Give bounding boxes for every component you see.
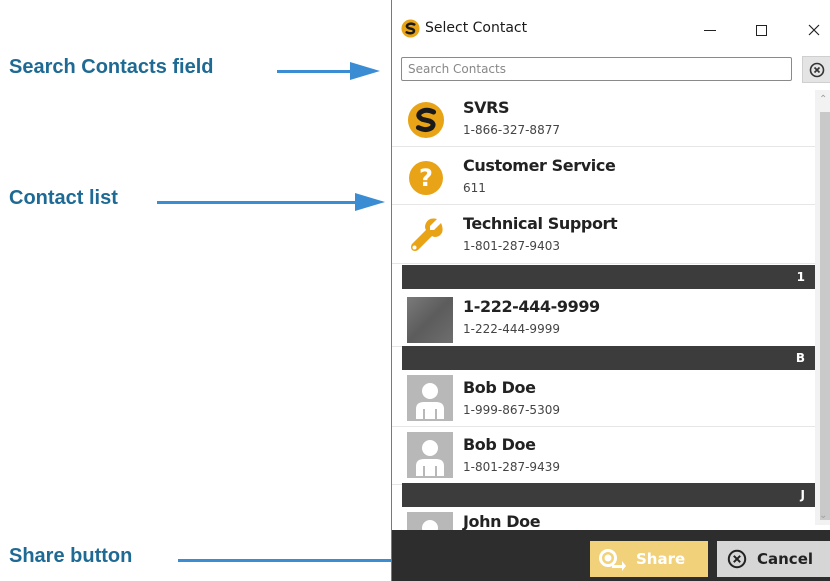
annotation-search-field: Search Contacts field	[9, 56, 214, 78]
list-scrollbar[interactable]: ⌃ ⌄	[815, 90, 830, 525]
section-header-j: J	[402, 483, 815, 507]
person-avatar-icon	[422, 520, 438, 530]
annotation-contact-list: Contact list	[9, 187, 118, 209]
section-letter: J	[800, 488, 805, 502]
minimize-icon	[704, 29, 716, 31]
close-icon	[808, 24, 820, 36]
screenshot-stage: Search Contacts field Contact list Share…	[0, 0, 830, 581]
contact-name: Bob Doe	[463, 435, 536, 454]
contact-name: SVRS	[463, 98, 510, 117]
annotation-arrow-list-head	[355, 193, 385, 211]
contact-item-svrs[interactable]: SVRS 1-866-327-8877	[392, 90, 815, 147]
contact-number: 1-866-327-8877	[463, 123, 560, 137]
contact-name: Bob Doe	[463, 378, 536, 397]
maximize-icon	[755, 24, 767, 36]
wrench-icon	[411, 218, 443, 251]
contact-avatar	[407, 432, 453, 478]
svrs-logo-icon	[407, 101, 445, 139]
scroll-up-arrow-icon[interactable]: ⌃	[819, 94, 827, 105]
contact-avatar	[406, 100, 446, 140]
clear-search-button[interactable]	[802, 56, 830, 83]
contact-list[interactable]: SVRS 1-866-327-8877 ? Customer Service 6…	[392, 90, 815, 530]
cancel-button-label: Cancel	[757, 550, 814, 568]
annotation-arrow-search-head	[350, 62, 380, 80]
contact-number: 1-801-287-9439	[463, 460, 560, 474]
section-header-b: B	[402, 346, 815, 370]
select-contact-window: Select Contact Search Contacts SVRS 1-86…	[391, 0, 830, 581]
maximize-button[interactable]	[741, 14, 781, 46]
title-bar: Select Contact	[392, 0, 830, 56]
contact-avatar: ?	[406, 158, 446, 198]
contact-item-bob-doe[interactable]: Bob Doe 1-999-867-5309	[392, 370, 815, 427]
contact-name: Technical Support	[463, 214, 618, 233]
annotation-arrow-list-line	[157, 201, 357, 204]
contact-name: John Doe	[463, 512, 541, 530]
dialog-footer: Share Cancel	[392, 530, 830, 581]
svg-text:?: ?	[419, 164, 433, 192]
contact-item-1-222-444-9999[interactable]: 1-222-444-9999 1-222-444-9999	[392, 289, 815, 347]
contact-name: Customer Service	[463, 156, 616, 175]
section-header-1: 1	[402, 265, 815, 289]
question-icon: ?	[409, 161, 443, 195]
svrs-logo-icon	[401, 19, 420, 38]
contact-item-bob-doe[interactable]: Bob Doe 1-801-287-9439	[392, 427, 815, 485]
clear-circle-icon	[809, 62, 825, 77]
person-avatar-icon	[416, 440, 444, 476]
contact-name: 1-222-444-9999	[463, 297, 600, 316]
contact-avatar	[407, 375, 453, 421]
annotation-arrow-search-line	[277, 70, 352, 73]
cancel-button[interactable]: Cancel	[717, 541, 830, 577]
share-icon	[599, 549, 626, 571]
share-button-label: Share	[636, 550, 686, 568]
contact-number: 1-999-867-5309	[463, 403, 560, 417]
scroll-down-arrow-icon[interactable]: ⌄	[819, 510, 827, 521]
search-input[interactable]	[401, 57, 792, 81]
person-avatar-icon	[416, 383, 444, 419]
cancel-circle-icon	[727, 549, 747, 569]
photo-avatar	[407, 297, 453, 343]
share-button[interactable]: Share	[590, 541, 708, 577]
contact-item-john-doe[interactable]: John Doe	[392, 507, 815, 530]
close-button[interactable]	[794, 14, 830, 46]
contact-avatar	[407, 297, 453, 343]
minimize-button[interactable]	[690, 14, 730, 46]
contact-avatar	[407, 512, 453, 530]
section-letter: B	[795, 351, 805, 365]
contact-number: 611	[463, 181, 486, 195]
annotation-share-button: Share button	[9, 545, 133, 567]
section-letter: 1	[796, 270, 805, 284]
contact-avatar	[406, 216, 446, 256]
search-row	[392, 56, 830, 86]
scrollbar-thumb[interactable]	[820, 112, 830, 520]
contact-item-technical-support[interactable]: Technical Support 1-801-287-9403	[392, 206, 815, 264]
contact-number: 1-801-287-9403	[463, 239, 560, 253]
window-title: Select Contact	[425, 20, 528, 36]
contact-number: 1-222-444-9999	[463, 322, 560, 336]
contact-item-customer-service[interactable]: ? Customer Service 611	[392, 148, 815, 205]
